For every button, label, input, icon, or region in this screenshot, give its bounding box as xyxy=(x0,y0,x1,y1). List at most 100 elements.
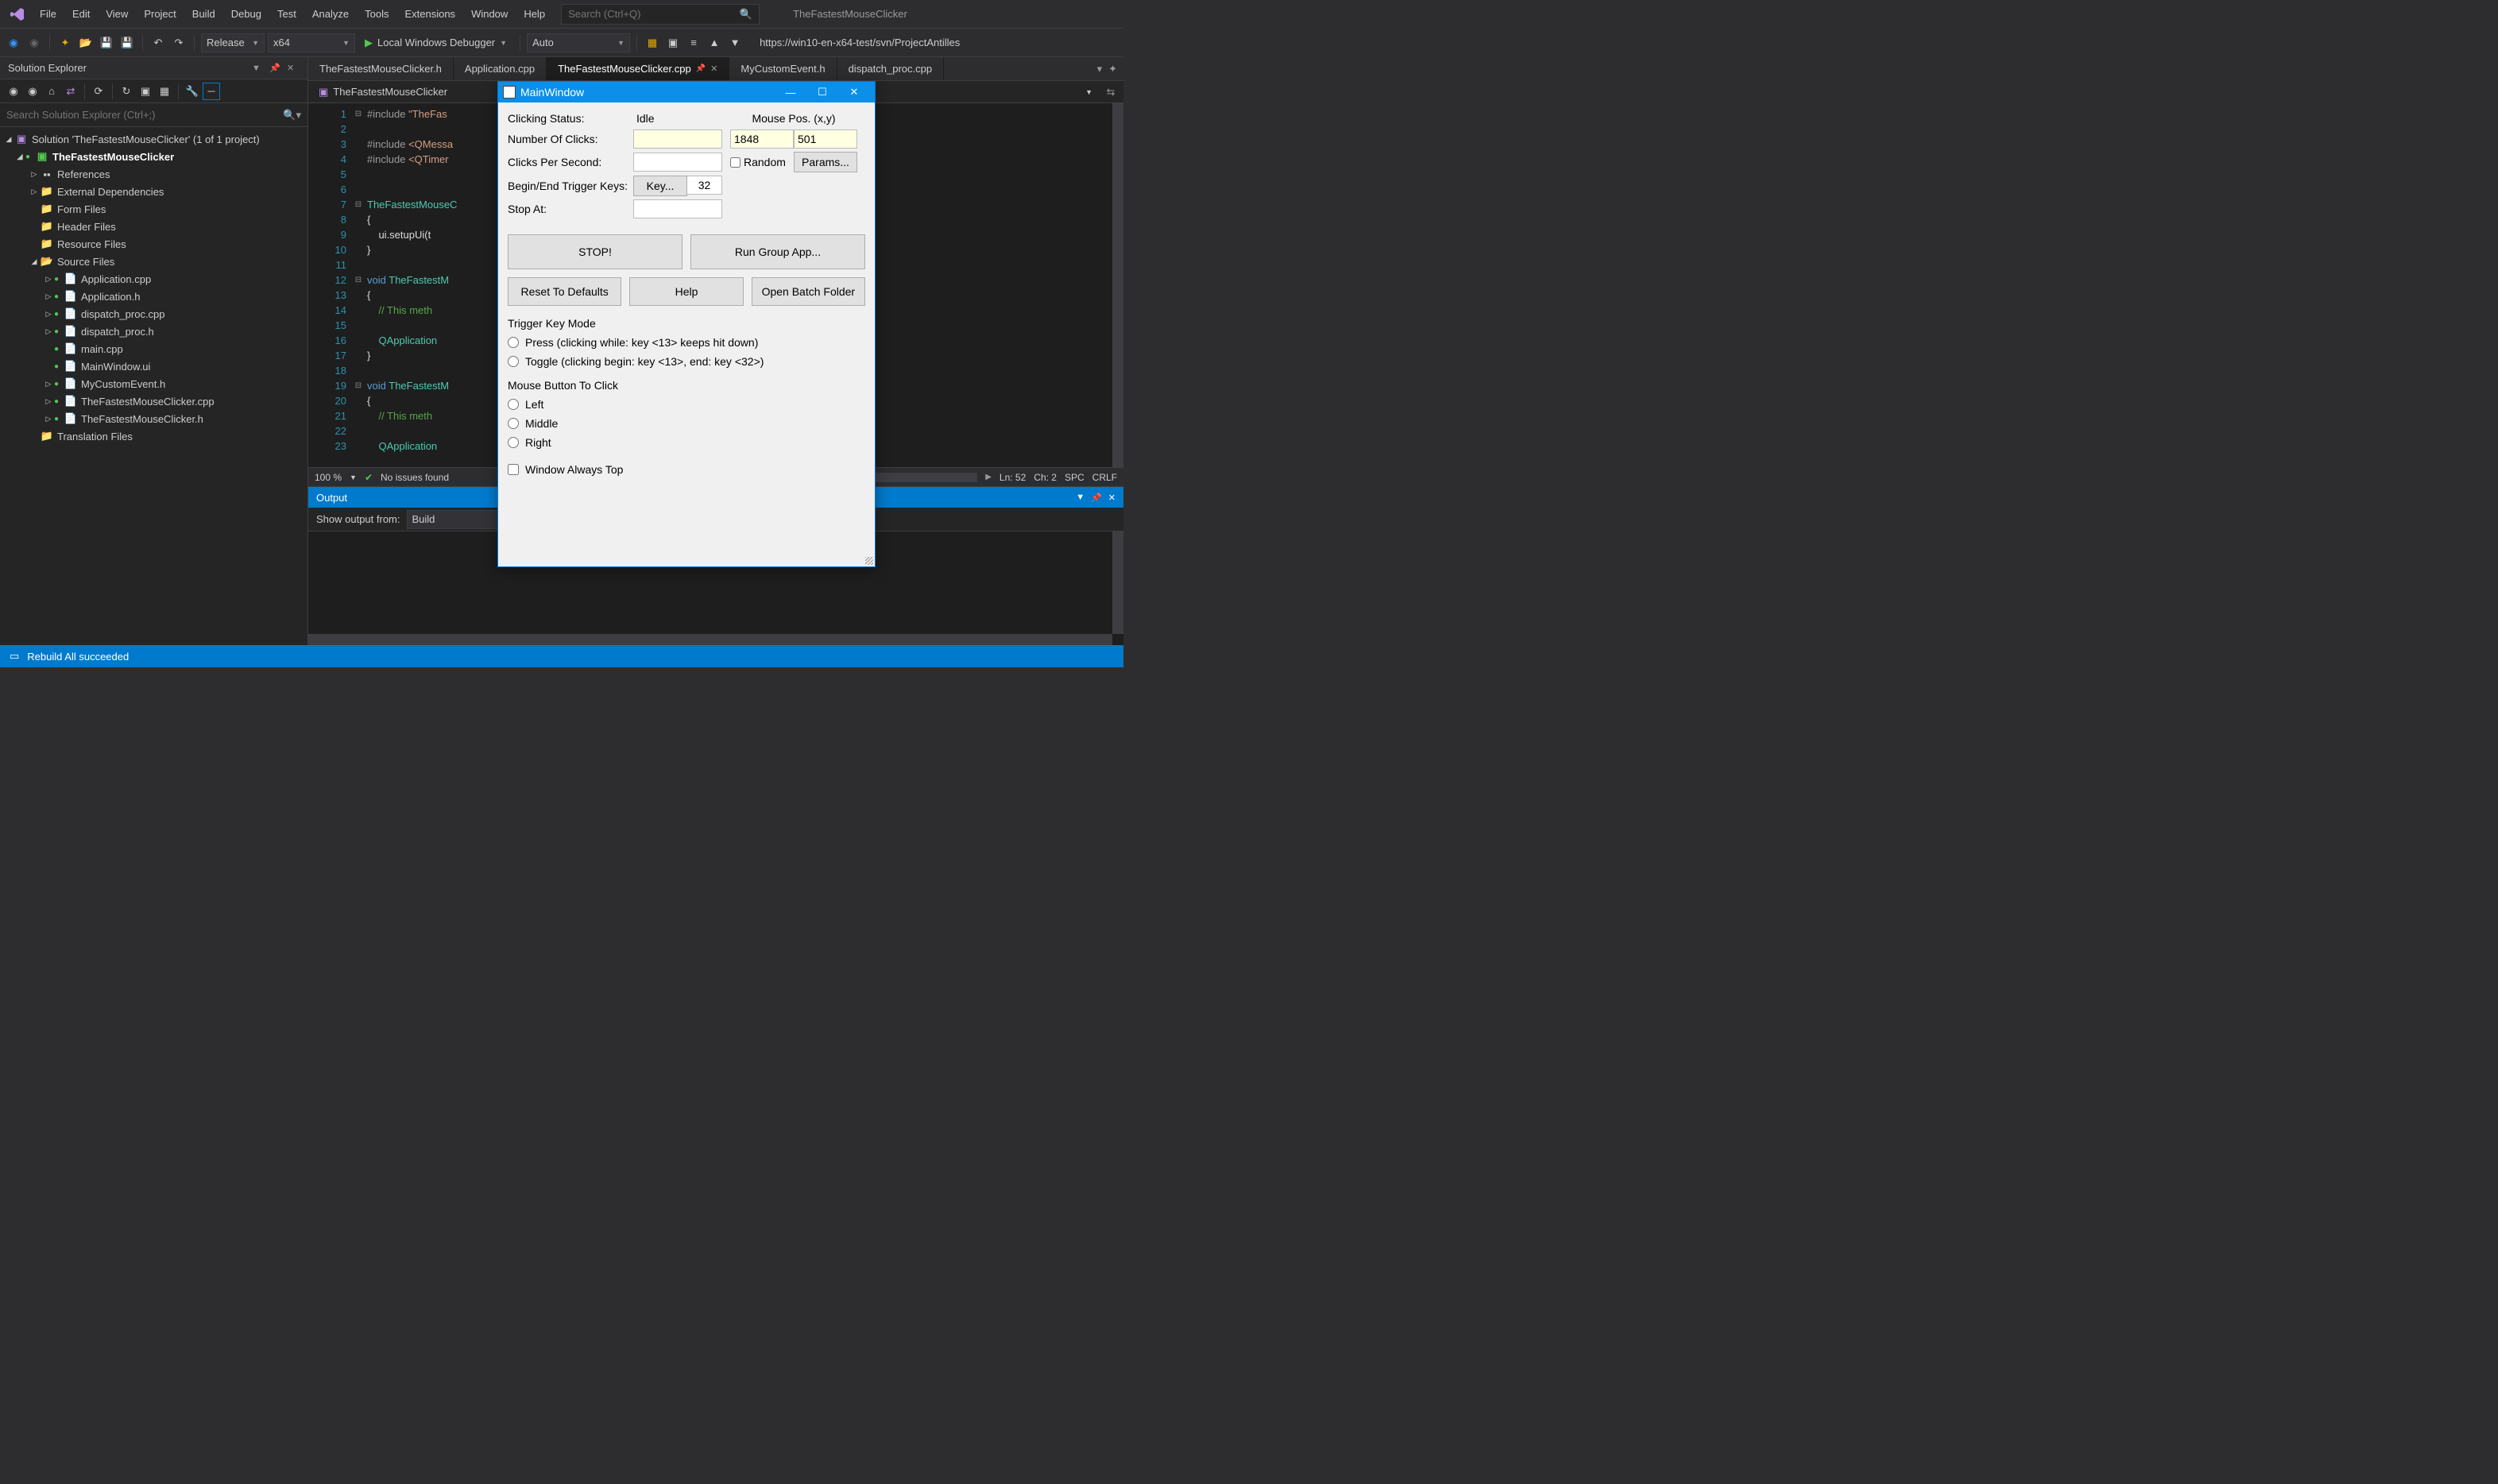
mouse-x-input[interactable] xyxy=(730,129,794,149)
pin-icon[interactable]: 📌 xyxy=(696,64,706,73)
se-search-input[interactable] xyxy=(6,109,283,121)
reset-button[interactable]: Reset To Defaults xyxy=(508,277,621,306)
batch-button[interactable]: Open Batch Folder xyxy=(752,277,865,306)
cps-input[interactable] xyxy=(633,153,722,172)
solution-tree[interactable]: ◢▣ Solution 'TheFastestMouseClicker' (1 … xyxy=(0,127,307,645)
nav-back-icon[interactable]: ◉ xyxy=(5,34,22,52)
se-refresh-icon[interactable]: ↻ xyxy=(118,83,135,100)
output-close-icon[interactable]: ✕ xyxy=(1108,493,1116,503)
trigger-key-button[interactable]: Key... xyxy=(633,176,687,196)
tree-project[interactable]: ◢●▣ TheFastestMouseClicker xyxy=(0,148,307,165)
se-switch-icon[interactable]: ⇄ xyxy=(62,83,79,100)
save-icon[interactable]: 💾 xyxy=(98,34,115,52)
menu-test[interactable]: Test xyxy=(269,3,304,25)
toolbox-icon-1[interactable]: ▦ xyxy=(644,34,661,52)
help-button[interactable]: Help xyxy=(629,277,743,306)
tree-file[interactable]: ●📄MainWindow.ui xyxy=(0,357,307,375)
tab-tfmc-cpp[interactable]: TheFastestMouseClicker.cpp📌✕ xyxy=(547,57,729,80)
tree-file[interactable]: ▷●📄dispatch_proc.h xyxy=(0,323,307,340)
tree-external[interactable]: ▷📁External Dependencies xyxy=(0,183,307,200)
menu-build[interactable]: Build xyxy=(184,3,223,25)
maximize-button[interactable]: ☐ xyxy=(806,86,838,99)
config-combo[interactable]: Release▼ xyxy=(201,33,265,52)
menu-view[interactable]: View xyxy=(98,3,136,25)
params-button[interactable]: Params... xyxy=(794,152,857,172)
output-dropdown-icon[interactable]: ▼ xyxy=(1076,493,1085,502)
random-checkbox[interactable] xyxy=(730,157,741,168)
press-radio-row[interactable]: Press (clicking while: key <13> keeps hi… xyxy=(508,336,865,349)
toggle-radio[interactable] xyxy=(508,356,519,367)
se-back-icon[interactable]: ◉ xyxy=(5,83,22,100)
tab-mycustomevent-h[interactable]: MyCustomEvent.h xyxy=(729,57,837,80)
left-radio[interactable] xyxy=(508,399,519,410)
platform-combo[interactable]: x64▼ xyxy=(268,33,355,52)
menu-help[interactable]: Help xyxy=(516,3,553,25)
resize-grip[interactable] xyxy=(865,557,873,565)
tree-file[interactable]: ▷●📄dispatch_proc.cpp xyxy=(0,305,307,323)
save-all-icon[interactable]: 💾 xyxy=(118,34,136,52)
tree-file[interactable]: ▷●📄MyCustomEvent.h xyxy=(0,375,307,392)
editor-vscrollbar[interactable] xyxy=(1112,103,1123,467)
tree-references[interactable]: ▷▪▪References xyxy=(0,165,307,183)
se-collapse-icon[interactable]: ▣ xyxy=(137,83,154,100)
toolbox-icon-4[interactable]: ▲ xyxy=(706,34,723,52)
left-radio-row[interactable]: Left xyxy=(508,398,865,411)
hscroll-right-icon[interactable]: ▶ xyxy=(985,473,992,481)
mouse-y-input[interactable] xyxy=(794,129,857,149)
menu-project[interactable]: Project xyxy=(136,3,184,25)
middle-radio[interactable] xyxy=(508,418,519,429)
zoom-arrow-icon[interactable]: ▼ xyxy=(350,473,357,481)
open-icon[interactable]: 📂 xyxy=(77,34,95,52)
menu-file[interactable]: File xyxy=(32,3,64,25)
menu-analyze[interactable]: Analyze xyxy=(304,3,357,25)
se-fwd-icon[interactable]: ◉ xyxy=(24,83,41,100)
tree-form[interactable]: 📁Form Files xyxy=(0,200,307,218)
menu-window[interactable]: Window xyxy=(463,3,516,25)
menu-extensions[interactable]: Extensions xyxy=(396,3,463,25)
tree-file[interactable]: ●📄main.cpp xyxy=(0,340,307,357)
se-close-icon[interactable]: ✕ xyxy=(287,63,300,73)
quick-search-input[interactable] xyxy=(568,8,735,20)
right-radio-row[interactable]: Right xyxy=(508,436,865,449)
se-dropdown-icon[interactable]: ▼ xyxy=(252,64,265,73)
outline-column[interactable]: ⊟ ⊟ ⊟ ⊟ xyxy=(353,103,364,467)
stop-button[interactable]: STOP! xyxy=(508,234,683,269)
always-top-checkbox[interactable] xyxy=(508,464,519,475)
minimize-button[interactable]: — xyxy=(775,87,806,99)
zoom-level[interactable]: 100 % xyxy=(315,472,342,483)
se-preview-icon[interactable]: ─ xyxy=(203,83,220,100)
middle-radio-row[interactable]: Middle xyxy=(508,417,865,430)
tab-more-icon[interactable]: ▾ xyxy=(1097,63,1103,75)
new-item-icon[interactable]: ✦ xyxy=(56,34,74,52)
tab-application-cpp[interactable]: Application.cpp xyxy=(454,57,547,80)
swap-icon[interactable]: ⇆ xyxy=(1103,86,1119,99)
output-vscrollbar[interactable] xyxy=(1112,531,1123,634)
se-home-icon[interactable]: ⌂ xyxy=(43,83,60,100)
tree-translation[interactable]: 📁Translation Files xyxy=(0,427,307,445)
tree-file[interactable]: ▷●📄TheFastestMouseClicker.cpp xyxy=(0,392,307,410)
tree-resource[interactable]: 📁Resource Files xyxy=(0,235,307,253)
redo-icon[interactable]: ↷ xyxy=(170,34,188,52)
se-sync-icon[interactable]: ⟳ xyxy=(90,83,107,100)
undo-icon[interactable]: ↶ xyxy=(149,34,167,52)
tab-fullscreen-icon[interactable]: ✦ xyxy=(1108,63,1117,75)
menu-tools[interactable]: Tools xyxy=(357,3,396,25)
app-title-bar[interactable]: MainWindow — ☐ ✕ xyxy=(498,82,875,102)
menu-edit[interactable]: Edit xyxy=(64,3,98,25)
tab-close-icon[interactable]: ✕ xyxy=(710,64,717,74)
output-pin-icon[interactable]: 📌 xyxy=(1091,493,1102,503)
numclicks-input[interactable] xyxy=(633,129,722,149)
tree-header[interactable]: 📁Header Files xyxy=(0,218,307,235)
press-radio[interactable] xyxy=(508,337,519,348)
nav-scope-combo[interactable]: ▣ TheFastestMouseClicker xyxy=(313,83,488,101)
tab-tfmc-h[interactable]: TheFastestMouseClicker.h xyxy=(308,57,454,80)
quick-search[interactable]: 🔍 xyxy=(561,4,760,25)
tree-source[interactable]: ◢📂Source Files xyxy=(0,253,307,270)
output-hscrollbar[interactable] xyxy=(308,634,1112,645)
nav-fwd-icon[interactable]: ◉ xyxy=(25,34,43,52)
toggle-radio-row[interactable]: Toggle (clicking begin: key <13>, end: k… xyxy=(508,355,865,368)
menu-debug[interactable]: Debug xyxy=(223,3,269,25)
tab-dispatch-cpp[interactable]: dispatch_proc.cpp xyxy=(837,57,945,80)
se-properties-icon[interactable]: 🔧 xyxy=(184,83,201,100)
auto-combo[interactable]: Auto▼ xyxy=(527,33,630,52)
